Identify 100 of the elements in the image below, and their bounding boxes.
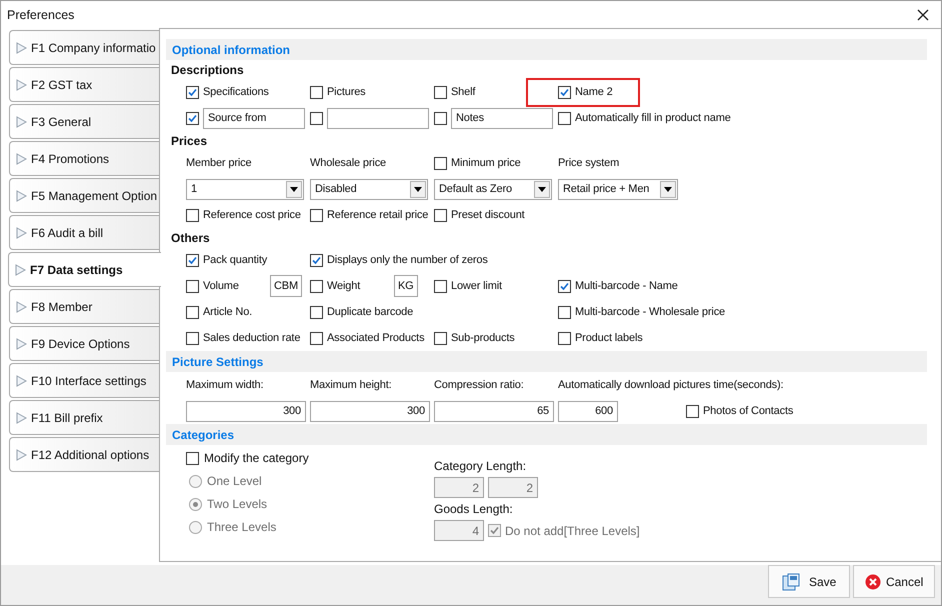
number-field[interactable]: 65 <box>434 400 554 422</box>
field-label: Automatically download pictures time(seconds): <box>558 379 784 391</box>
checkbox-label: Article No. <box>203 306 254 318</box>
triangle-icon <box>16 190 27 202</box>
section-header: Optional information <box>166 39 927 60</box>
checkbox[interactable] <box>186 452 199 464</box>
triangle-icon <box>15 264 26 276</box>
checkbox[interactable] <box>310 112 323 124</box>
checkbox[interactable] <box>558 332 571 344</box>
checkbox[interactable] <box>434 208 447 222</box>
checkbox-label: Multi-barcode - Wholesale price <box>575 306 726 318</box>
checkbox-label: Pack quantity <box>203 254 268 266</box>
close-icon[interactable] <box>917 8 929 20</box>
sidebar-tab[interactable]: F3 General <box>9 104 159 139</box>
sidebar-tab[interactable]: F10 Interface settings <box>9 363 159 398</box>
triangle-icon <box>16 338 27 350</box>
number-field[interactable]: 300 <box>186 400 306 422</box>
checkbox-label: Do not add[Three Levels] <box>505 524 641 538</box>
checkbox[interactable] <box>310 86 323 98</box>
unit-field[interactable]: KG <box>394 275 418 297</box>
sidebar-tab[interactable]: F12 Additional options <box>9 437 159 472</box>
checkbox[interactable] <box>434 280 447 292</box>
text-field[interactable] <box>327 108 429 128</box>
checkbox[interactable] <box>310 306 323 318</box>
checkbox-label: Product labels <box>575 332 644 344</box>
checkbox-label: Reference retail price <box>327 209 430 221</box>
field-label: Maximum height: <box>310 379 392 391</box>
checkbox-label: Automatically fill in product name <box>575 112 732 124</box>
dropdown[interactable]: Retail price + Men <box>558 178 678 200</box>
checkbox-label: Pictures <box>327 86 367 98</box>
checkbox[interactable] <box>186 86 199 98</box>
sidebar-tab[interactable]: F6 Audit a bill <box>9 215 159 250</box>
checkbox-label: Duplicate barcode <box>327 306 414 318</box>
checkbox[interactable] <box>310 332 323 344</box>
triangle-icon <box>16 374 27 386</box>
checkbox-label: Name 2 <box>575 86 614 98</box>
radio-label: One Level <box>207 474 263 488</box>
checkbox[interactable] <box>434 156 447 170</box>
checkbox[interactable] <box>558 112 571 124</box>
unit-field[interactable]: CBM <box>270 275 302 297</box>
checkbox[interactable] <box>310 280 323 292</box>
triangle-icon <box>16 412 27 424</box>
checkbox[interactable] <box>186 332 199 344</box>
field-label: Category Length: <box>434 459 528 473</box>
checkbox[interactable] <box>434 86 447 98</box>
checkbox-label: Multi-barcode - Name <box>575 280 679 292</box>
sidebar-tab[interactable]: F7 Data settings <box>8 252 161 287</box>
checkbox-label: Photos of Contacts <box>703 405 794 417</box>
field-label: Goods Length: <box>434 502 514 516</box>
checkbox-label: Sub-products <box>451 332 516 344</box>
field-label: Maximum width: <box>186 379 264 391</box>
triangle-icon <box>16 226 27 238</box>
cancel-icon <box>864 574 881 590</box>
field-label: Price system <box>558 157 620 169</box>
text-field[interactable]: Source from <box>203 108 305 128</box>
field-label: Member price <box>186 157 252 169</box>
sidebar-tab[interactable]: F8 Member <box>9 289 159 324</box>
checkbox[interactable] <box>186 254 199 266</box>
checkbox[interactable] <box>310 208 323 222</box>
checkbox-label: Reference cost price <box>203 209 302 221</box>
checkbox-label: Shelf <box>451 86 476 98</box>
checkbox[interactable] <box>434 332 447 344</box>
group-title: Descriptions <box>170 62 245 79</box>
save-button[interactable]: Save <box>768 565 850 598</box>
checkbox[interactable] <box>558 306 571 318</box>
sidebar-tab[interactable]: F11 Bill prefix <box>9 400 159 435</box>
text-field[interactable]: Notes <box>451 108 553 128</box>
checkbox[interactable] <box>186 280 199 292</box>
group-title: Prices <box>170 133 208 150</box>
dropdown[interactable]: 1 <box>186 178 304 200</box>
checkbox[interactable] <box>186 112 199 124</box>
checkbox-label: Associated Products <box>327 332 426 344</box>
section-header: Categories <box>166 424 927 445</box>
sidebar-tab[interactable]: F5 Management Option <box>9 178 159 213</box>
checkbox-label: Sales deduction rate <box>203 332 302 344</box>
number-field[interactable]: 600 <box>558 400 618 422</box>
checkbox[interactable] <box>434 112 447 124</box>
checkbox[interactable] <box>310 254 323 266</box>
radio-label: Two Levels <box>207 497 268 511</box>
cancel-button[interactable]: Cancel <box>853 565 935 598</box>
checkbox-label: Preset discount <box>451 209 526 221</box>
triangle-icon <box>16 116 27 128</box>
dropdown[interactable]: Default as Zero <box>434 178 552 200</box>
number-field[interactable]: 300 <box>310 400 430 422</box>
checkbox[interactable] <box>186 306 199 318</box>
sidebar-tab[interactable]: F9 Device Options <box>9 326 159 361</box>
checkbox-label: Lower limit <box>451 280 503 292</box>
sidebar-tab[interactable]: F4 Promotions <box>9 141 159 176</box>
group-title: Others <box>170 230 211 247</box>
checkbox[interactable] <box>558 86 571 98</box>
checkbox-label: Weight <box>327 280 362 292</box>
dropdown[interactable]: Disabled <box>310 178 428 200</box>
checkbox[interactable] <box>186 208 199 222</box>
checkbox[interactable] <box>686 404 699 418</box>
radio-label: Three Levels <box>207 520 278 534</box>
field-label: Compression ratio: <box>434 379 524 391</box>
sidebar-tab[interactable]: F1 Company informatio <box>9 30 159 65</box>
triangle-icon <box>16 78 27 90</box>
sidebar-tab[interactable]: F2 GST tax <box>9 67 159 102</box>
checkbox[interactable] <box>558 280 571 292</box>
